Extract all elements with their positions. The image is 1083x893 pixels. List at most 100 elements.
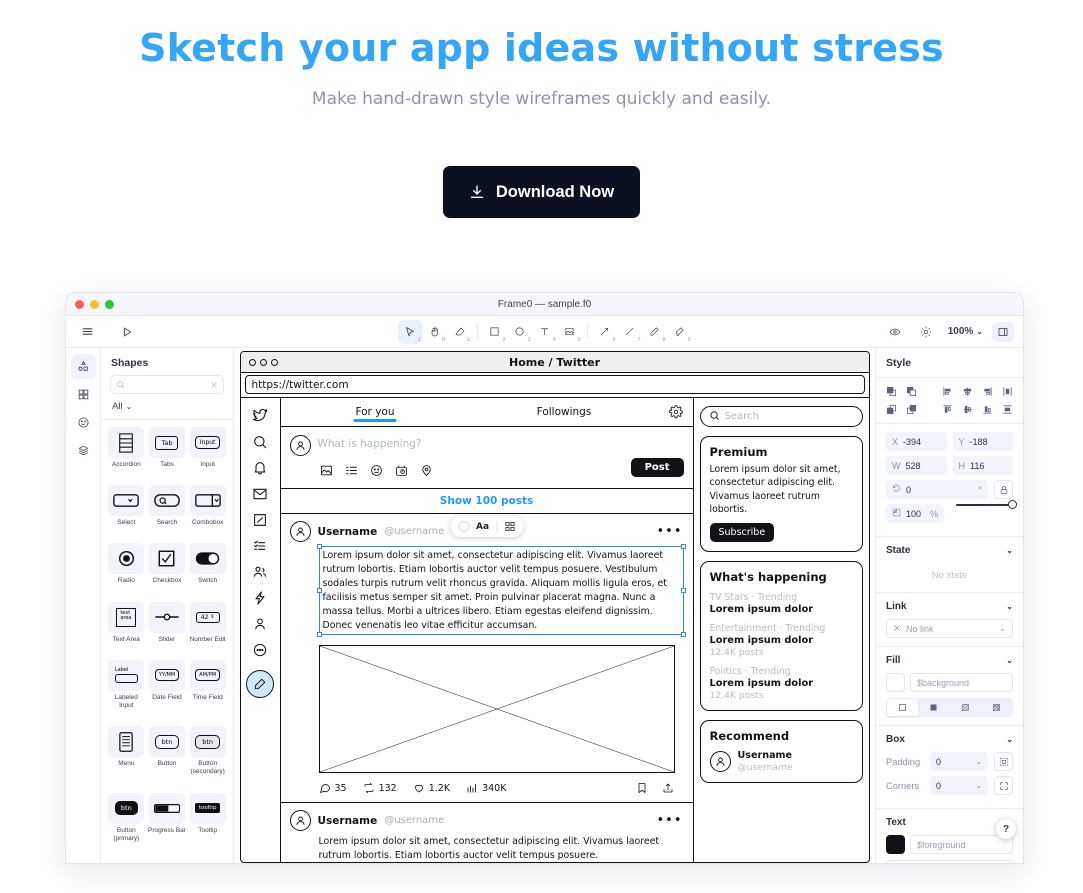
shape-item-menu[interactable]: Menu bbox=[107, 726, 146, 789]
font-size-icon[interactable]: Aa bbox=[476, 522, 489, 532]
padding-input[interactable]: 0 ⌄ bbox=[930, 752, 988, 771]
tweet-media-placeholder[interactable] bbox=[318, 645, 675, 774]
shape-item-checkbox[interactable]: Checkbox bbox=[148, 543, 187, 598]
trend-item-3[interactable]: Politics · Trending Lorem ipsum dolor 12… bbox=[710, 666, 853, 701]
emoji-icon[interactable] bbox=[370, 462, 383, 481]
distribute-h-icon[interactable] bbox=[1002, 386, 1013, 397]
align-right-icon[interactable] bbox=[982, 386, 993, 397]
select-tool[interactable]: 1 bbox=[397, 319, 422, 344]
resize-handle-mr[interactable] bbox=[680, 587, 686, 593]
bring-forward-icon[interactable] bbox=[886, 404, 897, 415]
arrow-tool[interactable]: 6 bbox=[593, 320, 617, 344]
shapes-filter-dropdown[interactable]: All ⌄ bbox=[101, 394, 233, 420]
bell-icon[interactable] bbox=[252, 460, 268, 476]
opacity-field[interactable]: 100 % bbox=[886, 504, 944, 523]
show-posts-link[interactable]: Show 100 posts bbox=[280, 489, 693, 514]
resize-handle-bl[interactable] bbox=[316, 632, 322, 638]
help-button[interactable]: ? bbox=[996, 819, 1016, 839]
recommend-user-row[interactable]: Username @username bbox=[709, 750, 853, 773]
rotation-field[interactable]: 0 ° bbox=[886, 480, 988, 499]
fill-color-swatch[interactable] bbox=[886, 673, 905, 692]
shape-item-date-field[interactable]: YY/MM Date Field bbox=[148, 659, 187, 723]
resize-handle-tr[interactable] bbox=[680, 544, 686, 549]
shape-item-search[interactable]: Search bbox=[148, 485, 187, 540]
tweet-text-selected[interactable]: Lorem ipsum dolor sit amet, consectetur … bbox=[316, 544, 686, 638]
align-left-icon[interactable] bbox=[942, 386, 953, 397]
shape-item-time-field[interactable]: AM/PM Time Field bbox=[188, 659, 227, 723]
download-now-button[interactable]: Download Now bbox=[442, 166, 641, 218]
sidebar-item-library[interactable] bbox=[71, 382, 96, 407]
resize-handle-br[interactable] bbox=[680, 632, 686, 638]
compose-icon[interactable] bbox=[246, 670, 274, 698]
text-color-swatch[interactable] bbox=[886, 835, 905, 854]
trend-item-1[interactable]: TV Stars · Trending Lorem ipsum dolor bbox=[710, 592, 853, 615]
shape-item-select[interactable]: Select bbox=[107, 485, 146, 540]
layout-icon[interactable] bbox=[504, 517, 515, 536]
sidebar-item-icons[interactable] bbox=[71, 410, 96, 435]
clear-search-icon[interactable] bbox=[210, 376, 218, 394]
shape-item-number-edit[interactable]: 42 ⇕ Number Edit bbox=[188, 601, 227, 657]
shape-item-button[interactable]: btn Button bbox=[148, 726, 187, 789]
right-panel-icon[interactable] bbox=[992, 321, 1014, 342]
shape-item-textarea[interactable]: text area Text Area bbox=[107, 601, 146, 657]
subscribe-button[interactable]: Subscribe bbox=[709, 522, 775, 542]
shapes-search-input[interactable] bbox=[129, 379, 206, 390]
lock-icon[interactable] bbox=[994, 480, 1013, 499]
shape-item-button-primary[interactable]: btn Button (primary) bbox=[107, 792, 146, 856]
tab-for-you[interactable]: For you bbox=[281, 406, 470, 422]
sidebar-item-shapes[interactable] bbox=[70, 354, 96, 379]
location-icon[interactable] bbox=[420, 462, 433, 481]
image-icon[interactable] bbox=[320, 462, 333, 481]
link-select[interactable]: No link ⌄ bbox=[886, 619, 1013, 638]
poll-icon[interactable] bbox=[345, 462, 358, 481]
box-section-header[interactable]: Box ⌄ bbox=[886, 734, 1013, 745]
text-section-header[interactable]: Text ⌄ bbox=[886, 817, 1013, 828]
fill-token-field[interactable]: $background bbox=[910, 673, 1013, 692]
hachure-fill-icon[interactable] bbox=[950, 699, 981, 716]
people-icon[interactable] bbox=[252, 564, 268, 580]
sidebar-search-input[interactable]: Search bbox=[699, 406, 863, 427]
x-position-field[interactable]: X -394 bbox=[886, 432, 947, 451]
highlighter-tool[interactable]: 9 bbox=[668, 320, 692, 344]
zoom-control[interactable]: 100% ⌄ bbox=[944, 324, 987, 339]
solid-fill-icon[interactable] bbox=[918, 699, 949, 716]
wireframe-url-bar[interactable]: https://twitter.com bbox=[244, 375, 865, 394]
corners-input[interactable]: 0 ⌄ bbox=[930, 776, 988, 795]
schedule-icon[interactable] bbox=[395, 462, 408, 481]
ellipse-tool[interactable]: 3 bbox=[508, 320, 532, 344]
profile-icon[interactable] bbox=[252, 616, 268, 632]
font-family-select[interactable]: Jojoba ⌄ bbox=[886, 860, 1013, 863]
composer-row[interactable]: What is happening? bbox=[281, 427, 693, 456]
shape-item-input[interactable]: Input Input bbox=[188, 427, 227, 482]
corners-icon[interactable] bbox=[994, 776, 1013, 795]
sun-icon[interactable] bbox=[913, 320, 939, 344]
align-bottom-icon[interactable] bbox=[982, 404, 993, 415]
tab-followings[interactable]: Followings bbox=[470, 406, 659, 418]
padding-icon[interactable] bbox=[994, 752, 1013, 771]
mail-icon[interactable] bbox=[252, 486, 268, 502]
trend-item-2[interactable]: Entertainment · Trending Lorem ipsum dol… bbox=[710, 623, 853, 658]
repost-action[interactable]: 132 bbox=[363, 782, 397, 794]
floating-format-toolbar[interactable]: Aa bbox=[449, 516, 524, 537]
send-to-back-icon[interactable] bbox=[906, 386, 917, 397]
hamburger-icon[interactable] bbox=[74, 320, 100, 344]
like-action[interactable]: 1.2K bbox=[413, 782, 450, 794]
state-section-header[interactable]: State ⌄ bbox=[886, 545, 1013, 556]
line-tool[interactable]: 7 bbox=[618, 320, 642, 344]
color-swatch[interactable] bbox=[457, 521, 469, 532]
canvas-area[interactable]: Home / Twitter https://twitter.com For y… bbox=[234, 348, 875, 863]
shape-item-slider[interactable]: Slider bbox=[148, 601, 187, 657]
play-icon[interactable] bbox=[114, 320, 140, 344]
more-options-icon[interactable]: ••• bbox=[656, 813, 682, 828]
shape-item-accordion[interactable]: Accordion bbox=[107, 427, 146, 482]
eye-icon[interactable] bbox=[882, 320, 908, 344]
y-position-field[interactable]: Y -188 bbox=[952, 432, 1013, 451]
bookmark-icon[interactable] bbox=[636, 779, 648, 798]
hand-tool[interactable]: H bbox=[423, 320, 447, 344]
rectangle-tool[interactable]: 2 bbox=[483, 320, 507, 344]
text-token-field[interactable]: $foreground bbox=[910, 835, 1013, 854]
eraser-tool[interactable]: E bbox=[448, 320, 472, 344]
twitter-bird-icon[interactable] bbox=[252, 407, 269, 424]
search-icon[interactable] bbox=[252, 434, 268, 450]
resize-handle-tl[interactable] bbox=[316, 544, 322, 549]
